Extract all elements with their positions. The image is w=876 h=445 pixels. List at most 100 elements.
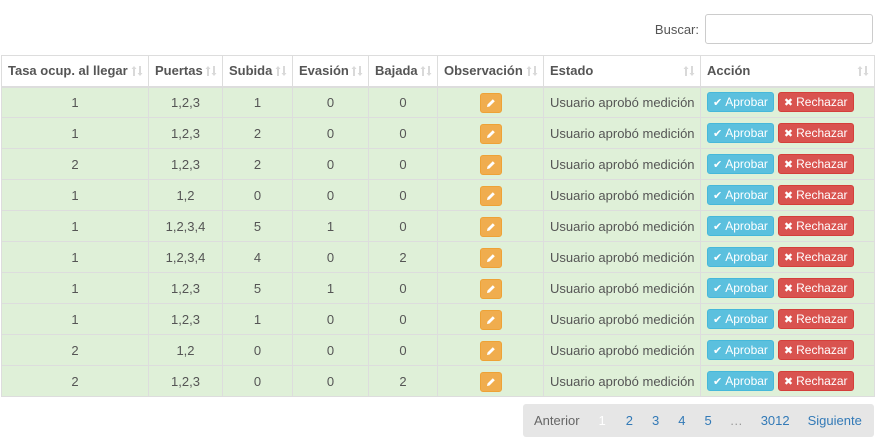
check-icon: ✔	[713, 221, 723, 233]
approve-label: Aprobar	[725, 312, 768, 326]
approve-button[interactable]: ✔ Aprobar	[707, 247, 774, 267]
reject-label: Rechazar	[796, 188, 848, 202]
cell-tasa: 2	[1, 148, 149, 180]
cell-estado: Usuario aprobó medición	[543, 148, 701, 180]
header-label: Observación	[444, 63, 523, 79]
cell-observacion	[437, 179, 544, 211]
approve-button[interactable]: ✔ Aprobar	[707, 216, 774, 236]
reject-label: Rechazar	[796, 312, 848, 326]
check-icon: ✔	[713, 159, 723, 171]
approve-button[interactable]: ✔ Aprobar	[707, 92, 774, 113]
reject-button[interactable]: ✖ Rechazar	[777, 185, 854, 205]
sort-arrows-icon[interactable]	[526, 65, 538, 77]
approve-button[interactable]: ✔ Aprobar	[707, 154, 774, 174]
cell-bajada: 0	[368, 86, 438, 118]
sort-arrows-icon[interactable]	[131, 65, 143, 77]
header-accion[interactable]: Acción	[700, 55, 875, 88]
sort-arrows-icon[interactable]	[683, 65, 695, 77]
x-icon: ✖	[783, 314, 794, 326]
header-evasion[interactable]: Evasión	[292, 55, 369, 88]
header-estado[interactable]: Estado	[543, 55, 701, 88]
reject-button[interactable]: ✖ Rechazar	[777, 247, 854, 267]
pagination-current-page[interactable]: 1	[599, 413, 606, 428]
pagination-next[interactable]: Siguiente	[808, 413, 862, 428]
cell-subida: 0	[222, 365, 293, 397]
edit-observation-button[interactable]	[479, 124, 502, 144]
cell-tasa: 1	[1, 179, 149, 211]
approve-label: Aprobar	[725, 281, 768, 295]
header-bajada[interactable]: Bajada	[368, 55, 438, 88]
edit-observation-button[interactable]	[479, 341, 502, 361]
cell-accion: ✔ Aprobar ✖ Rechazar	[700, 148, 875, 180]
reject-button[interactable]: ✖ Rechazar	[777, 371, 854, 391]
check-icon: ✔	[713, 376, 723, 388]
reject-label: Rechazar	[796, 126, 848, 140]
cell-subida: 4	[222, 241, 293, 273]
header-label: Estado	[550, 63, 594, 79]
table-body: 1 1,2,3 1 0 0 Usuario aprobó medición ✔ Aprobar…	[1, 86, 875, 397]
reject-button[interactable]: ✖ Rechazar	[777, 154, 854, 174]
sort-arrows-icon[interactable]	[275, 65, 287, 77]
edit-observation-button[interactable]	[479, 155, 502, 175]
approve-button[interactable]: ✔ Aprobar	[707, 278, 774, 298]
cell-puertas: 1,2,3	[148, 148, 223, 180]
cell-observacion	[437, 117, 544, 149]
cell-puertas: 1,2	[148, 334, 223, 366]
pagination-page-3[interactable]: 3	[652, 413, 659, 428]
check-icon: ✔	[713, 314, 723, 326]
cell-accion: ✔ Aprobar ✖ Rechazar	[700, 303, 875, 335]
check-icon: ✔	[713, 128, 723, 140]
reject-button[interactable]: ✖ Rechazar	[777, 216, 854, 236]
reject-label: Rechazar	[796, 374, 848, 388]
edit-observation-button[interactable]	[479, 248, 502, 268]
approve-button[interactable]: ✔ Aprobar	[707, 371, 774, 391]
header-puertas[interactable]: Puertas	[148, 55, 223, 88]
header-observacion[interactable]: Observación	[437, 55, 544, 88]
table-row: 1 1,2 0 0 0 Usuario aprobó medición ✔ Aprobar ✖ R…	[1, 179, 875, 211]
cell-evasion: 0	[292, 365, 369, 397]
cell-bajada: 0	[368, 272, 438, 304]
cell-bajada: 2	[368, 365, 438, 397]
approve-button[interactable]: ✔ Aprobar	[707, 123, 774, 143]
reject-label: Rechazar	[796, 250, 848, 264]
edit-observation-button[interactable]	[479, 93, 502, 114]
header-subida[interactable]: Subida	[222, 55, 293, 88]
reject-button[interactable]: ✖ Rechazar	[777, 278, 854, 298]
cell-puertas: 1,2,3	[148, 117, 223, 149]
approve-button[interactable]: ✔ Aprobar	[707, 185, 774, 205]
reject-button[interactable]: ✖ Rechazar	[777, 309, 854, 329]
reject-button[interactable]: ✖ Rechazar	[777, 123, 854, 143]
table-row: 2 1,2,3 0 0 2 Usuario aprobó medición ✔ Aprobar…	[1, 365, 875, 397]
approve-button[interactable]: ✔ Aprobar	[707, 309, 774, 329]
reject-button[interactable]: ✖ Rechazar	[777, 340, 854, 360]
reject-button[interactable]: ✖ Rechazar	[777, 92, 854, 113]
cell-subida: 5	[222, 210, 293, 242]
approve-label: Aprobar	[725, 343, 768, 357]
cell-observacion	[437, 241, 544, 273]
header-label: Tasa ocup. al llegar	[8, 63, 128, 79]
cell-tasa: 1	[1, 117, 149, 149]
sort-arrows-icon[interactable]	[420, 65, 432, 77]
header-tasa[interactable]: Tasa ocup. al llegar	[1, 55, 149, 88]
approve-button[interactable]: ✔ Aprobar	[707, 340, 774, 360]
sort-arrows-icon[interactable]	[351, 65, 363, 77]
cell-subida: 5	[222, 272, 293, 304]
reject-label: Rechazar	[796, 95, 848, 110]
edit-observation-button[interactable]	[479, 310, 502, 330]
edit-observation-button[interactable]	[479, 186, 502, 206]
pagination-last-page[interactable]: 3012	[761, 413, 790, 428]
pagination-previous[interactable]: Anterior	[534, 413, 580, 428]
pagination-page-2[interactable]: 2	[626, 413, 633, 428]
edit-observation-button[interactable]	[479, 279, 502, 299]
pagination-page-4[interactable]: 4	[678, 413, 685, 428]
sort-arrows-icon[interactable]	[205, 65, 217, 77]
cell-observacion	[437, 334, 544, 366]
edit-observation-button[interactable]	[479, 372, 502, 392]
cell-accion: ✔ Aprobar ✖ Rechazar	[700, 241, 875, 273]
edit-observation-button[interactable]	[479, 217, 502, 237]
cell-puertas: 1,2,3	[148, 303, 223, 335]
pagination-page-5[interactable]: 5	[704, 413, 711, 428]
cell-bajada: 0	[368, 210, 438, 242]
sort-arrows-icon[interactable]	[857, 65, 869, 77]
search-input[interactable]	[705, 14, 873, 44]
